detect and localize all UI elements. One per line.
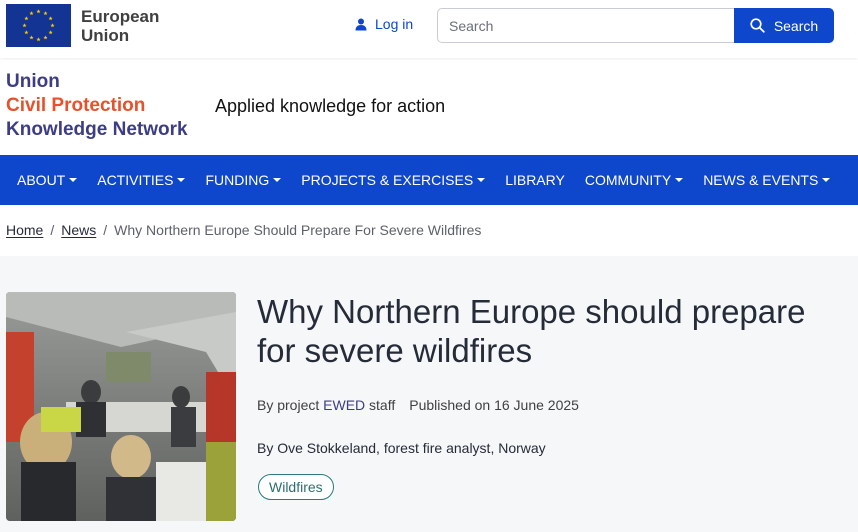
nav-label: ACTIVITIES bbox=[97, 172, 174, 188]
eu-star-icon bbox=[22, 23, 27, 28]
eu-name[interactable]: European Union bbox=[81, 7, 159, 45]
published-date: Published on 16 June 2025 bbox=[409, 397, 579, 413]
tent-meeting-photo bbox=[6, 292, 236, 521]
breadcrumb-home[interactable]: Home bbox=[6, 222, 43, 238]
breadcrumb: Home / News / Why Northern Europe Should… bbox=[6, 222, 481, 238]
byline-project-link[interactable]: EWED bbox=[323, 397, 365, 413]
nav-item-library[interactable]: LIBRARY bbox=[495, 155, 575, 205]
tag-wildfires[interactable]: Wildfires bbox=[258, 474, 334, 500]
caret-down-icon bbox=[822, 178, 831, 182]
eu-star-icon bbox=[29, 35, 34, 40]
login-label: Log in bbox=[375, 16, 414, 32]
user-icon bbox=[355, 18, 367, 30]
eu-star-icon bbox=[24, 16, 29, 21]
eu-star-icon bbox=[43, 11, 48, 16]
eu-star-icon bbox=[50, 23, 55, 28]
eu-star-icon bbox=[48, 30, 53, 35]
nav-label: COMMUNITY bbox=[584, 172, 672, 188]
caret-down-icon bbox=[675, 178, 684, 182]
breadcrumb-separator: / bbox=[50, 222, 55, 238]
article-author: By Ove Stokkeland, forest fire analyst, … bbox=[257, 440, 546, 456]
nav-label: LIBRARY bbox=[505, 172, 565, 188]
article-byline: By project EWED staff Published on 16 Ju… bbox=[257, 397, 579, 413]
breadcrumb-current: Why Northern Europe Should Prepare For S… bbox=[114, 222, 482, 238]
nav-item-about[interactable]: ABOUT bbox=[7, 155, 87, 205]
article-title: Why Northern Europe should prepare for s… bbox=[257, 293, 806, 369]
eu-star-icon bbox=[29, 11, 34, 16]
caret-down-icon bbox=[273, 178, 282, 182]
eu-flag-logo[interactable] bbox=[6, 4, 71, 47]
eu-star-icon bbox=[24, 30, 29, 35]
caret-down-icon bbox=[69, 178, 78, 182]
site-header: Union Civil Protection Knowledge Network… bbox=[0, 60, 858, 155]
site-tagline: Applied knowledge for action bbox=[215, 96, 446, 116]
logo-line-civil-protection: Civil Protection bbox=[6, 95, 146, 116]
logo-line-knowledge-network: Knowledge Network bbox=[6, 119, 188, 140]
breadcrumb-news[interactable]: News bbox=[61, 222, 96, 238]
eu-star-icon bbox=[48, 16, 53, 21]
main-navigation: ABOUT ACTIVITIES FUNDING PROJECTS & EXER… bbox=[0, 155, 858, 205]
nav-label: ABOUT bbox=[17, 172, 66, 188]
nav-item-news-events[interactable]: NEWS & EVENTS bbox=[693, 155, 840, 205]
nav-item-projects-exercises[interactable]: PROJECTS & EXERCISES bbox=[291, 155, 495, 205]
nav-label: FUNDING bbox=[205, 172, 270, 188]
search-input[interactable] bbox=[437, 8, 735, 43]
caret-down-icon bbox=[477, 178, 486, 182]
nav-label: PROJECTS & EXERCISES bbox=[301, 172, 474, 188]
search-button-label: Search bbox=[773, 17, 819, 34]
login-link[interactable]: Log in bbox=[355, 15, 413, 33]
byline-prefix: By project bbox=[257, 397, 320, 413]
nav-item-funding[interactable]: FUNDING bbox=[195, 155, 291, 205]
eu-star-icon bbox=[36, 37, 41, 42]
ucpkn-logo[interactable]: Union Civil Protection Knowledge Network bbox=[6, 70, 188, 142]
caret-down-icon bbox=[177, 178, 186, 182]
article-header: Why Northern Europe should prepare for s… bbox=[0, 256, 858, 532]
breadcrumb-separator: / bbox=[103, 222, 108, 238]
eu-star-icon bbox=[43, 35, 48, 40]
top-bar: European Union Log in Search bbox=[0, 0, 858, 58]
nav-item-community[interactable]: COMMUNITY bbox=[575, 155, 693, 205]
nav-label: NEWS & EVENTS bbox=[703, 172, 819, 188]
logo-line-union: Union bbox=[6, 71, 60, 92]
nav-item-activities[interactable]: ACTIVITIES bbox=[87, 155, 195, 205]
search-button[interactable]: Search bbox=[734, 8, 834, 43]
eu-stars-icon bbox=[22, 9, 55, 42]
byline-suffix: staff bbox=[369, 397, 396, 413]
article-photo bbox=[6, 292, 236, 521]
search-icon bbox=[750, 18, 765, 33]
eu-star-icon bbox=[36, 9, 41, 14]
